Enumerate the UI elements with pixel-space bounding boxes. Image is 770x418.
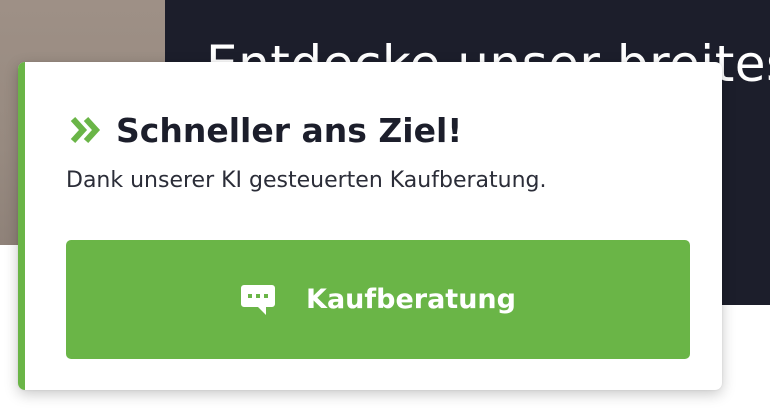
kaufberatung-button-label: Kaufberatung (306, 284, 516, 315)
card-header: Schneller ans Ziel! (70, 106, 462, 154)
card-title: Schneller ans Ziel! (116, 110, 463, 150)
card-accent-bar (18, 62, 25, 390)
kaufberatung-button[interactable]: Kaufberatung (66, 240, 690, 359)
page: Entdecke unser breites A Schneller ans Z… (0, 0, 770, 418)
card-subtitle: Dank unserer KI gesteuerten Kaufberatung… (66, 168, 547, 193)
double-chevron-right-icon (70, 115, 102, 145)
ai-advice-popup: Schneller ans Ziel! Dank unserer KI gest… (18, 62, 722, 390)
chat-bubble-icon (240, 283, 276, 317)
